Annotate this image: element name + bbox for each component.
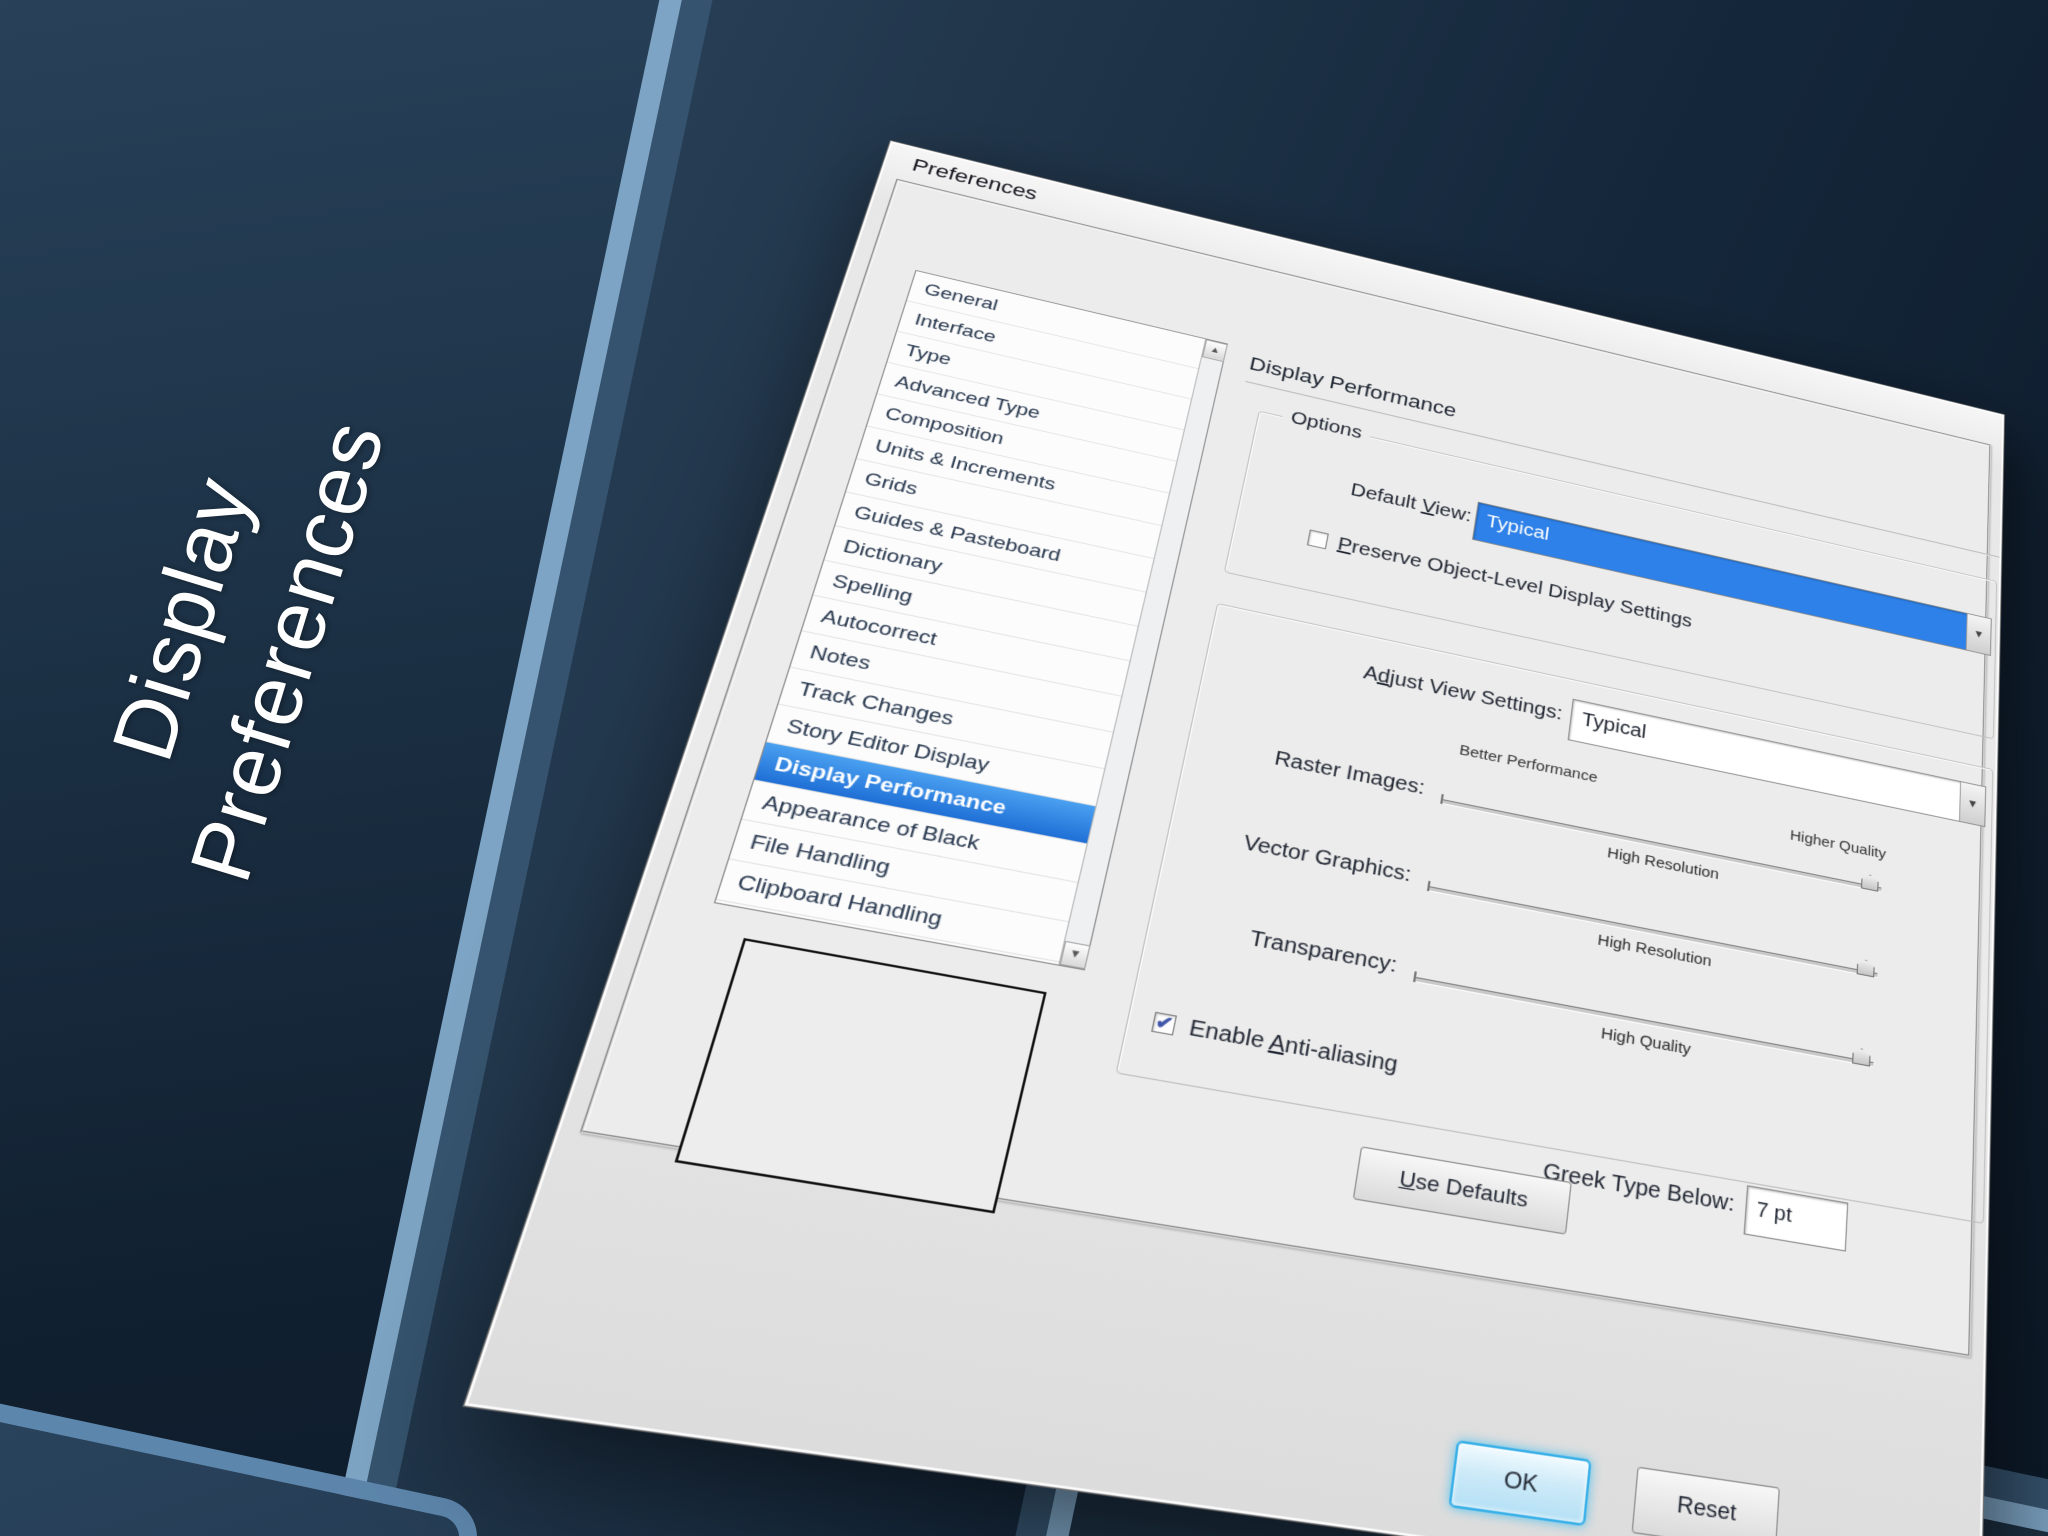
slide-stage: Display Preferences Preferences General I… bbox=[0, 0, 2048, 1536]
label-text: Default bbox=[1349, 480, 1424, 515]
slider-thumb[interactable] bbox=[1861, 873, 1879, 892]
adjust-view-value: Typical bbox=[1580, 709, 1648, 743]
transparency-label: Transparency: bbox=[1247, 926, 1399, 978]
antialias-checkbox[interactable]: ✔ bbox=[1151, 1011, 1178, 1036]
reset-button[interactable]: Reset bbox=[1631, 1466, 1780, 1536]
preference-category-list: General Interface Type Advanced Type Composi… bbox=[713, 269, 1229, 971]
chevron-down-icon[interactable]: ▼ bbox=[1958, 781, 1986, 827]
label-text: se Defaults bbox=[1414, 1169, 1530, 1213]
adjust-view-label: Adjust View Settings: bbox=[1215, 631, 1564, 725]
slider-tick bbox=[1413, 971, 1417, 983]
page-title: Display Performance bbox=[1247, 352, 1458, 422]
label-text: Enable bbox=[1186, 1016, 1272, 1055]
pref-list-items: General Interface Type Advanced Type Composi… bbox=[715, 270, 1207, 965]
raster-images-label: Raster Images: bbox=[1272, 747, 1427, 800]
options-group-label: Options bbox=[1280, 406, 1372, 446]
list-preview-box bbox=[674, 937, 1047, 1214]
label-text: nti-aliasing bbox=[1283, 1033, 1400, 1078]
slider-tick bbox=[1426, 880, 1431, 892]
scroll-down-icon[interactable]: ▼ bbox=[1059, 940, 1091, 970]
antialias-label: Enable Anti-aliasing bbox=[1186, 1016, 1400, 1078]
transparency-value: High Quality bbox=[1599, 1024, 1692, 1059]
chevron-down-icon[interactable]: ▼ bbox=[1965, 613, 1991, 655]
preserve-checkbox[interactable]: ✔ bbox=[1306, 529, 1329, 550]
dialog-inner-panel: General Interface Type Advanced Type Composi… bbox=[579, 178, 2000, 1358]
better-performance-header: Better Performance bbox=[1458, 741, 1599, 787]
default-view-label: Default View: bbox=[1267, 462, 1473, 527]
default-view-value: Typical bbox=[1485, 511, 1551, 545]
default-view-combobox[interactable]: Typical ▼ bbox=[1471, 501, 1992, 657]
slider-tick bbox=[1440, 793, 1444, 805]
label-text: iew: bbox=[1433, 499, 1473, 526]
slider-thumb[interactable] bbox=[1852, 1047, 1871, 1067]
vector-graphics-label: Vector Graphics: bbox=[1241, 831, 1413, 887]
scroll-up-icon[interactable]: ▲ bbox=[1202, 339, 1228, 363]
label-text: just View Settings: bbox=[1388, 667, 1564, 725]
ok-button[interactable]: OK bbox=[1448, 1439, 1592, 1527]
preferences-dialog: Preferences General Interface Type Advanced… bbox=[462, 140, 2005, 1536]
slider-thumb[interactable] bbox=[1857, 958, 1875, 977]
